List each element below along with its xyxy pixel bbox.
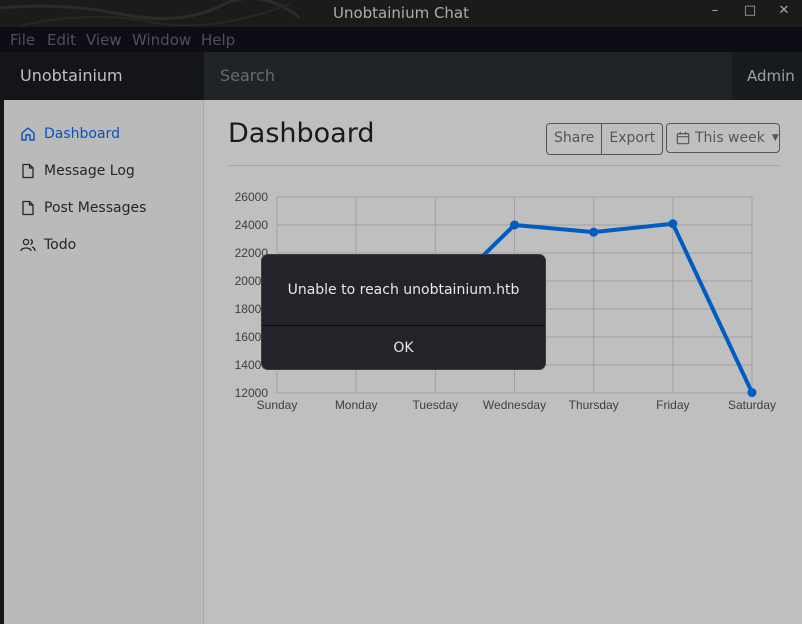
ok-button[interactable]: OK xyxy=(262,326,545,370)
error-dialog: Unable to reach unobtainium.htb OK xyxy=(261,254,546,370)
dialog-message: Unable to reach unobtainium.htb xyxy=(287,282,520,298)
